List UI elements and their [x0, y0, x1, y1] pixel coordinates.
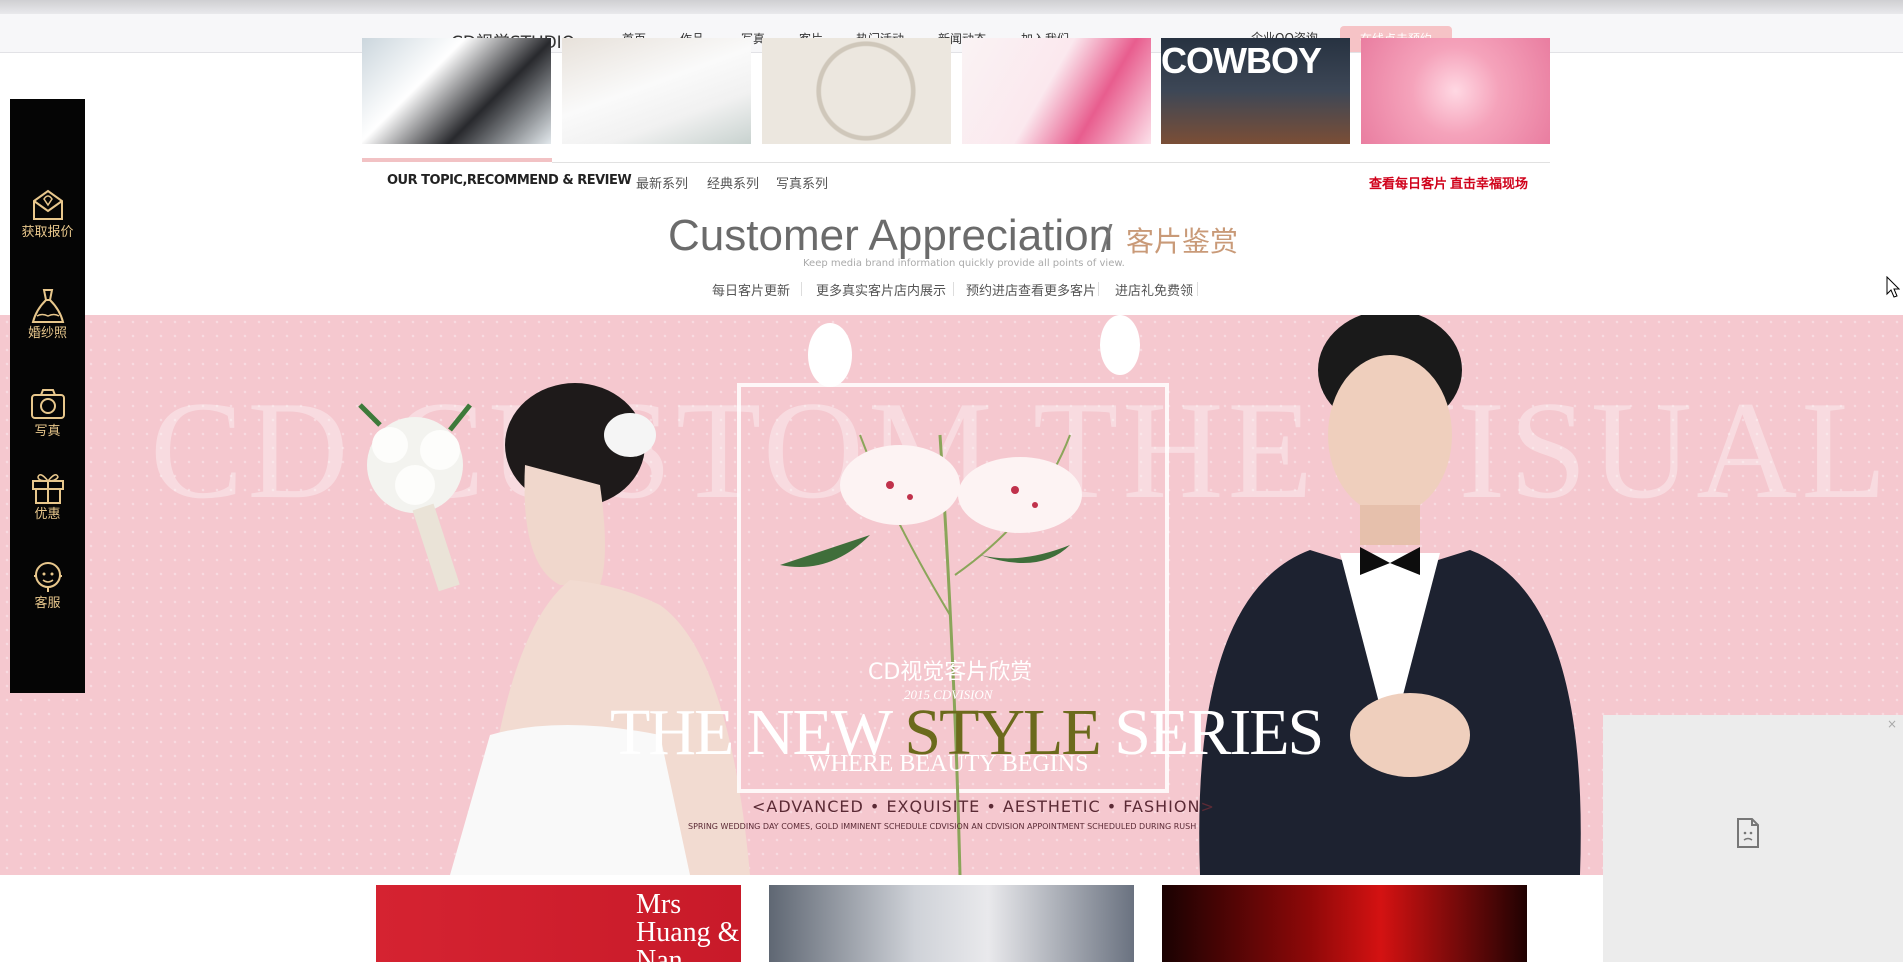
camera-icon: [30, 389, 65, 419]
tab-book-visit[interactable]: 预约进店查看更多客片: [966, 280, 1096, 299]
tab-divider: [1098, 282, 1099, 296]
active-indicator: [362, 158, 552, 162]
wedding-dress-icon: [31, 289, 64, 323]
top-browser-strip: [0, 0, 1903, 14]
groom-illustration: [1199, 315, 1581, 875]
floating-ad-panel: ×: [1603, 715, 1903, 962]
section-subtitle: Keep media brand information quickly pro…: [803, 258, 1125, 269]
banner-tagline: WHERE BEAUTY BEGINS: [808, 751, 1089, 777]
left-sidebar: 获取报价 婚纱照 写真 优惠 客服: [10, 99, 85, 693]
headline-part-2: SERIES: [1099, 696, 1324, 769]
strip-photo-4[interactable]: [962, 38, 1151, 144]
sidebar-label-discount: 优惠: [34, 507, 61, 522]
tab-classic-series[interactable]: 经典系列: [707, 173, 759, 192]
thumbnail-3[interactable]: [1162, 885, 1527, 962]
tab-portrait-series[interactable]: 写真系列: [776, 173, 828, 192]
sidebar-item-portrait[interactable]: 写真: [10, 384, 85, 440]
sidebar-item-wedding[interactable]: 婚纱照: [10, 286, 85, 342]
tab-divider: [953, 282, 954, 296]
divider-line: [552, 162, 1550, 163]
strip-photo-6[interactable]: [1361, 38, 1550, 144]
customer-service-icon: [33, 562, 62, 592]
cowboy-text: COWBOY: [1161, 40, 1322, 81]
strip-photo-1[interactable]: [362, 38, 551, 144]
title-slash: /: [1101, 218, 1113, 258]
banner-fineprint: SPRING WEDDING DAY COMES, GOLD IMMINENT …: [688, 822, 1197, 831]
broken-image-icon: [1737, 818, 1759, 848]
tab-daily-update[interactable]: 每日客片更新: [712, 280, 790, 299]
sidebar-label-service: 客服: [34, 596, 61, 611]
tab-divider: [801, 282, 802, 296]
tab-free-gift[interactable]: 进店礼免费领: [1115, 280, 1193, 299]
lily-illustration: [780, 315, 1140, 875]
mouse-pointer-icon: [1886, 276, 1900, 298]
live-happiness-link[interactable]: 直击幸福现场: [1450, 173, 1528, 192]
tab-divider: [1197, 282, 1198, 296]
banner-title-cn: CD视觉客片欣赏: [868, 660, 1033, 685]
sidebar-label-quote: 获取报价: [21, 225, 74, 240]
sidebar-label-wedding: 婚纱照: [27, 326, 67, 341]
site-header: CD视觉STUDIO 首页 作品 写真 客片 热门活动 新闻动态 加入我们 企业…: [0, 14, 1903, 53]
bride-illustration: [358, 383, 750, 875]
section-title: Customer Appreciation: [668, 211, 1114, 260]
tab-latest-series[interactable]: 最新系列: [636, 173, 688, 192]
strip-photo-5[interactable]: COWBOY: [1161, 38, 1350, 144]
close-icon[interactable]: ×: [1887, 717, 1897, 731]
strip-photo-3[interactable]: [762, 38, 951, 144]
tab-instore-display[interactable]: 更多真实客片店内展示: [816, 280, 946, 299]
section-title-cn: 客片鉴赏: [1126, 225, 1239, 258]
gift-icon: [31, 474, 64, 504]
thumbnail-1-text: Mrs Huang & Nan: [636, 889, 740, 962]
banner-keywords: <ADVANCED • EXQUISITE • AESTHETIC • FASH…: [752, 797, 1215, 816]
thumbnail-1[interactable]: Mrs Huang & Nan: [376, 885, 741, 962]
thumbnail-2[interactable]: [769, 885, 1134, 962]
sidebar-item-discount[interactable]: 优惠: [10, 467, 85, 523]
daily-photos-link[interactable]: 查看每日客片: [1369, 173, 1447, 192]
sidebar-item-quote[interactable]: 获取报价: [10, 185, 85, 241]
quote-envelope-icon: [32, 189, 63, 220]
strip-photo-2[interactable]: [562, 38, 751, 144]
topic-title: OUR TOPIC,RECOMMEND & REVIEW: [387, 173, 632, 188]
sidebar-item-service[interactable]: 客服: [10, 556, 85, 612]
sidebar-label-portrait: 写真: [34, 424, 61, 439]
